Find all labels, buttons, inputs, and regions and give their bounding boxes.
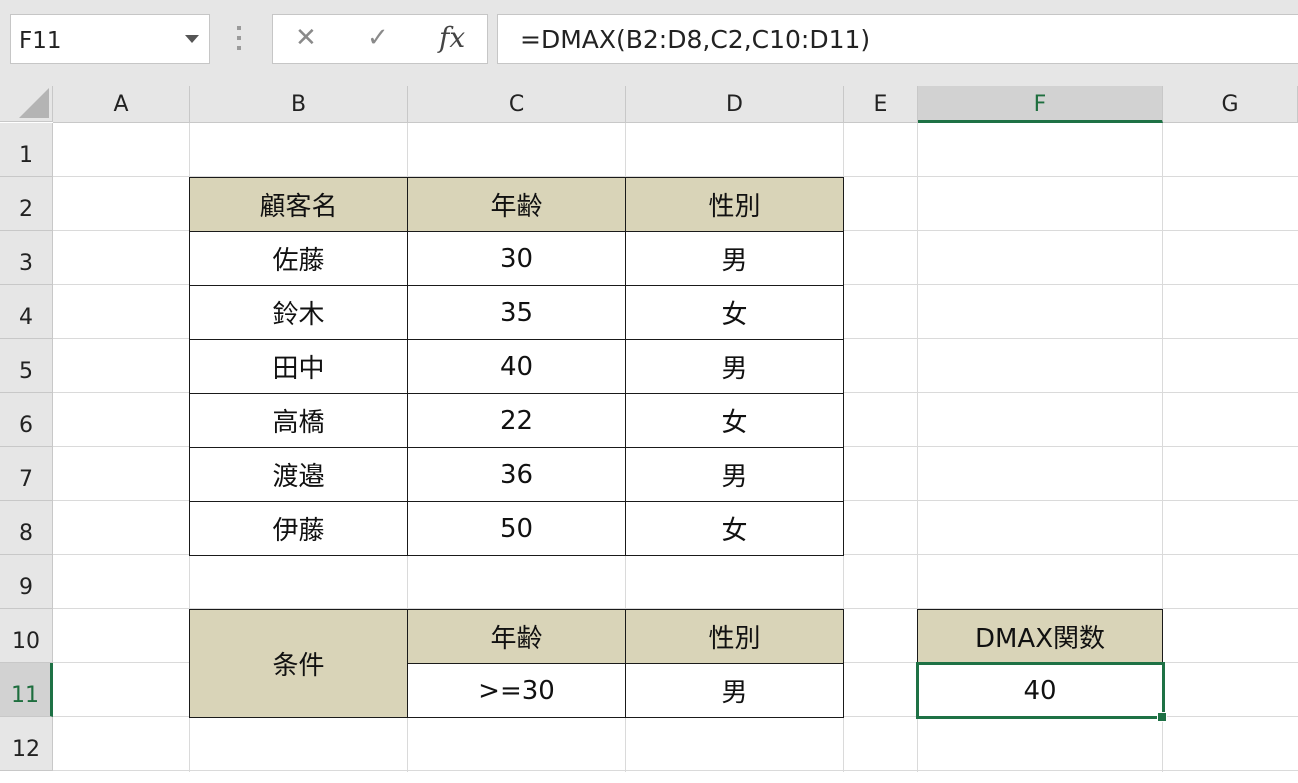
row-header-9[interactable]: 9 [0, 555, 53, 609]
table-cell-name[interactable]: 佐藤 [189, 231, 408, 286]
column-header-d[interactable]: D [626, 86, 844, 123]
row-header-7[interactable]: 7 [0, 447, 53, 501]
row-header-8[interactable]: 8 [0, 501, 53, 555]
table-cell-age[interactable]: 35 [407, 285, 626, 340]
cancel-icon[interactable]: ✕ [295, 23, 317, 53]
column-header-e[interactable]: E [844, 86, 918, 123]
row-header-12[interactable]: 12 [0, 717, 53, 771]
table-cell-gender[interactable]: 男 [625, 231, 844, 286]
table-cell-gender[interactable]: 女 [625, 285, 844, 340]
chevron-down-icon[interactable] [185, 35, 199, 43]
table-header-name[interactable]: 顧客名 [189, 177, 408, 232]
table-cell-name[interactable]: 渡邉 [189, 447, 408, 502]
enter-icon[interactable]: ✓ [367, 23, 389, 53]
fill-handle[interactable] [1157, 712, 1167, 722]
table-cell-age[interactable]: 36 [407, 447, 626, 502]
criteria-header-age[interactable]: 年齢 [407, 609, 626, 664]
row-header-5[interactable]: 5 [0, 339, 53, 393]
criteria-label[interactable]: 条件 [189, 609, 408, 718]
name-box[interactable]: F11 [10, 14, 210, 64]
column-header-g[interactable]: G [1163, 86, 1298, 123]
spreadsheet-grid: A B C D E F G 1 2 3 4 5 6 7 8 9 10 11 12… [0, 86, 1298, 772]
table-cell-name[interactable]: 田中 [189, 339, 408, 394]
table-cell-name[interactable]: 高橋 [189, 393, 408, 448]
formula-bar: F11 ✕ ✓ fx =DMAX(B2:D8,C2,C10:D11) [0, 0, 1298, 86]
formula-text: =DMAX(B2:D8,C2,C10:D11) [520, 25, 871, 54]
table-cell-name[interactable]: 伊藤 [189, 501, 408, 556]
column-header-b[interactable]: B [190, 86, 408, 123]
insert-function-icon[interactable]: fx [439, 21, 465, 54]
more-options-icon[interactable] [236, 26, 242, 54]
column-header-f[interactable]: F [918, 86, 1163, 123]
table-header-age[interactable]: 年齢 [407, 177, 626, 232]
row-header-4[interactable]: 4 [0, 285, 53, 339]
formula-input[interactable]: =DMAX(B2:D8,C2,C10:D11) [497, 14, 1298, 64]
active-cell-border [916, 662, 1165, 719]
table-cell-gender[interactable]: 女 [625, 393, 844, 448]
table-cell-age[interactable]: 30 [407, 231, 626, 286]
table-header-gender[interactable]: 性別 [625, 177, 844, 232]
column-header-c[interactable]: C [408, 86, 626, 123]
table-cell-age[interactable]: 50 [407, 501, 626, 556]
formula-buttons: ✕ ✓ fx [272, 14, 488, 64]
criteria-header-gender[interactable]: 性別 [625, 609, 844, 664]
table-cell-gender[interactable]: 男 [625, 447, 844, 502]
row-header-6[interactable]: 6 [0, 393, 53, 447]
criteria-value-age[interactable]: >=30 [407, 663, 626, 718]
table-cell-age[interactable]: 22 [407, 393, 626, 448]
row-header-11[interactable]: 11 [0, 663, 53, 717]
row-header-2[interactable]: 2 [0, 177, 53, 231]
row-header-10[interactable]: 10 [0, 609, 53, 663]
result-header[interactable]: DMAX関数 [917, 609, 1163, 664]
row-header-3[interactable]: 3 [0, 231, 53, 285]
criteria-value-gender[interactable]: 男 [625, 663, 844, 718]
table-cell-gender[interactable]: 女 [625, 501, 844, 556]
row-header-1[interactable]: 1 [0, 123, 53, 177]
select-all-icon [19, 88, 49, 118]
gridline [53, 770, 1298, 771]
select-all-button[interactable] [0, 86, 53, 122]
name-box-value: F11 [19, 28, 62, 54]
table-cell-name[interactable]: 鈴木 [189, 285, 408, 340]
table-cell-age[interactable]: 40 [407, 339, 626, 394]
table-cell-gender[interactable]: 男 [625, 339, 844, 394]
column-header-a[interactable]: A [53, 86, 190, 123]
